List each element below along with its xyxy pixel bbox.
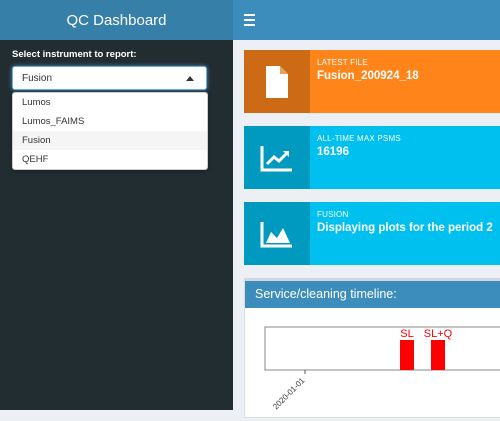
x-tick-label: 2020-01-01 bbox=[271, 376, 307, 412]
infobox-label: ALL-TIME MAX PSMS bbox=[317, 134, 401, 143]
timeline-chart: SL SL+Q 2020-01-01 bbox=[264, 326, 500, 412]
service-timeline-box: Service/cleaning timeline: SL SL+Q 2020-… bbox=[244, 278, 500, 418]
dropdown-option-lumos-faims[interactable]: Lumos_FAIMS bbox=[13, 112, 207, 131]
box-title: Service/cleaning timeline: bbox=[245, 281, 500, 308]
max-psms-infobox: ALL-TIME MAX PSMS 16196 bbox=[244, 126, 500, 189]
infobox-value: 16196 bbox=[317, 146, 349, 158]
bar-label: SL bbox=[400, 328, 413, 340]
instrument-dropdown: Lumos Lumos_FAIMS Fusion QEHF bbox=[12, 92, 208, 170]
file-icon bbox=[266, 65, 288, 98]
sidebar-toggle-icon[interactable] bbox=[244, 12, 255, 28]
infobox-label: LATEST FILE bbox=[317, 58, 368, 67]
plot-area bbox=[264, 326, 500, 371]
dropdown-option-qehf[interactable]: QEHF bbox=[13, 150, 207, 169]
top-navbar bbox=[233, 0, 500, 40]
infobox-value: Fusion_200924_18 bbox=[317, 70, 419, 82]
bar-label: SL+Q bbox=[424, 328, 453, 340]
area-chart-icon bbox=[260, 221, 292, 247]
instrument-select[interactable]: Fusion bbox=[12, 66, 207, 90]
app-logo[interactable]: QC Dashboard bbox=[0, 0, 233, 40]
latest-file-infobox: LATEST FILE Fusion_200924_18 bbox=[244, 50, 500, 113]
infobox-icon-container bbox=[244, 202, 310, 265]
app-title: QC Dashboard bbox=[66, 11, 167, 29]
timeline-bar bbox=[431, 340, 445, 370]
sidebar: Select instrument to report: Fusion Lumo… bbox=[0, 40, 233, 410]
dropdown-option-lumos[interactable]: Lumos bbox=[13, 93, 207, 112]
dropdown-option-fusion[interactable]: Fusion bbox=[13, 131, 207, 150]
infobox-value: Displaying plots for the period 2 bbox=[317, 222, 493, 234]
infobox-label: FUSION bbox=[317, 210, 349, 219]
instrument-select-label: Select instrument to report: bbox=[12, 49, 137, 60]
fusion-infobox: FUSION Displaying plots for the period 2 bbox=[244, 202, 500, 265]
line-chart-icon bbox=[260, 145, 292, 171]
instrument-select-value: Fusion bbox=[22, 73, 53, 84]
caret-up-icon bbox=[186, 76, 194, 81]
timeline-bar bbox=[400, 340, 414, 370]
infobox-icon-container bbox=[244, 126, 310, 189]
infobox-icon-container bbox=[244, 50, 310, 113]
